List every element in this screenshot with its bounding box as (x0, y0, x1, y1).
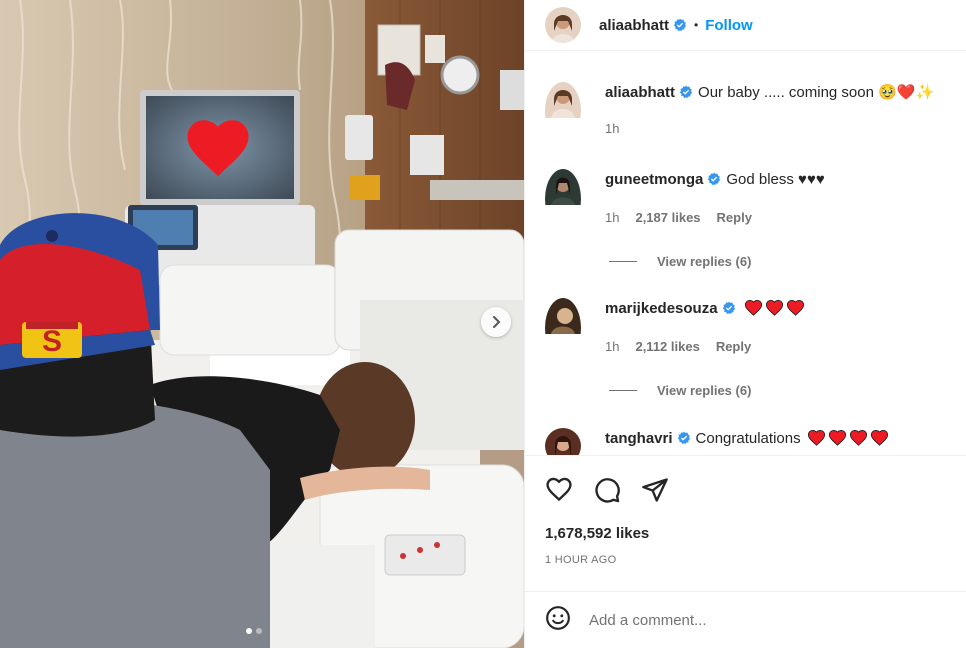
hospital-ultrasound-scene: S (0, 0, 524, 648)
red-heart-icon (870, 430, 888, 446)
caption-time: 1h (605, 121, 620, 136)
comment-item: marijkedesouza 1h 2,112 likes Reply (545, 298, 805, 358)
view-replies-button[interactable]: View replies (6) (609, 254, 751, 269)
view-replies-label: View replies (6) (657, 254, 752, 269)
red-heart-icon (849, 430, 867, 446)
post-actions: 1,678,592 likes 1 HOUR AGO (525, 455, 966, 566)
red-heart-icon (828, 430, 846, 446)
comment-username[interactable]: tanghavri (605, 430, 673, 447)
commenter-avatar[interactable] (545, 428, 581, 455)
commenter-avatar[interactable] (545, 298, 581, 358)
red-heart-icon (744, 300, 762, 316)
header-separator: • (694, 18, 699, 32)
like-button[interactable] (545, 476, 573, 509)
emoji-button[interactable] (545, 605, 571, 636)
red-heart-icon (786, 300, 804, 316)
commenter-avatar[interactable] (545, 169, 581, 229)
emoji-icon (546, 605, 570, 630)
red-heart-icon (765, 300, 783, 316)
view-replies-button[interactable]: View replies (6) (609, 383, 751, 398)
caption-avatar[interactable] (545, 82, 581, 140)
comment-hearts (805, 430, 889, 447)
caption: aliaabhatt Our baby ..... coming soon 🥹❤️… (545, 82, 934, 140)
comment-time: 1h (605, 339, 620, 354)
carousel-dots (246, 628, 262, 634)
comment-likes[interactable]: 2,187 likes (635, 207, 700, 229)
author-avatar[interactable] (545, 7, 581, 43)
share-button[interactable] (641, 476, 669, 509)
verified-badge-icon (679, 85, 693, 99)
post-likes-count[interactable]: 1,678,592 likes (545, 525, 966, 542)
add-comment-input[interactable] (589, 611, 929, 629)
comment-button[interactable] (593, 476, 621, 509)
post-photo: S (0, 0, 524, 648)
carousel-next-button[interactable] (481, 307, 511, 337)
view-replies-label: View replies (6) (657, 383, 752, 398)
caption-username[interactable]: aliaabhatt (605, 84, 675, 101)
share-icon (642, 478, 668, 502)
comment-likes[interactable]: 2,112 likes (635, 336, 699, 358)
verified-badge-icon (722, 301, 735, 315)
comments-list: aliaabhatt Our baby ..... coming soon 🥹❤️… (525, 52, 966, 455)
comment-item: tanghavri Congratulations (545, 428, 889, 455)
comment-text: God bless ♥♥♥ (726, 171, 825, 188)
comment-hearts (742, 300, 805, 317)
view-replies-line (609, 261, 637, 262)
chevron-right-icon (493, 316, 501, 328)
red-heart-icon (807, 430, 825, 446)
verified-badge-icon (708, 172, 721, 186)
carousel-dot-1[interactable] (246, 628, 252, 634)
comment-icon (595, 478, 620, 503)
author-username[interactable]: aliaabhatt (599, 17, 669, 34)
comment-text: Congratulations (695, 430, 801, 447)
verified-badge-icon (677, 431, 690, 445)
comment-username[interactable]: marijkedesouza (605, 300, 718, 317)
red-heart-icon (187, 120, 249, 177)
caption-text: Our baby ..... coming soon 🥹❤️✨ (698, 84, 935, 101)
post-timestamp: 1 HOUR AGO (545, 554, 617, 566)
verified-badge-icon (673, 18, 687, 32)
add-comment-bar (525, 591, 966, 648)
comment-username[interactable]: guneetmonga (605, 171, 703, 188)
comment-reply-button[interactable]: Reply (717, 207, 752, 229)
post-side-panel: aliaabhatt • Follow aliaabhatt Our baby .… (524, 0, 966, 648)
comment-time: 1h (605, 210, 620, 225)
view-replies-line (609, 390, 637, 391)
follow-button[interactable]: Follow (705, 17, 753, 34)
like-heart-icon (546, 477, 572, 502)
carousel-dot-2[interactable] (256, 628, 262, 634)
post-header: aliaabhatt • Follow (525, 0, 966, 51)
cap-letter: S (42, 325, 62, 358)
caption-body: aliaabhatt Our baby ..... coming soon 🥹❤️… (605, 82, 934, 140)
comment-reply-button[interactable]: Reply (716, 336, 751, 358)
comment-item: guneetmonga God bless ♥♥♥ 1h 2,187 likes … (545, 169, 825, 229)
